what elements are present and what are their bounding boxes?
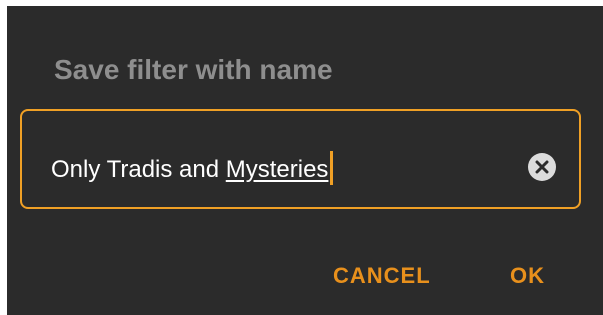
text-caret xyxy=(330,151,334,185)
input-text-underlined-word: Mysteries xyxy=(225,156,329,183)
ok-button[interactable]: OK xyxy=(510,263,545,289)
clear-text-button[interactable] xyxy=(528,153,556,181)
dialog-title: Save filter with name xyxy=(54,54,333,85)
cancel-button[interactable]: CANCEL xyxy=(333,263,431,289)
save-filter-dialog: Save filter with name Only Tradis and My… xyxy=(7,6,603,315)
filter-name-input[interactable]: Only Tradis and Mysteries xyxy=(20,109,581,209)
filter-name-value[interactable]: Only Tradis and Mysteries xyxy=(51,151,334,185)
clear-icon xyxy=(535,160,549,174)
input-text-prefix: Only Tradis and xyxy=(51,156,226,183)
